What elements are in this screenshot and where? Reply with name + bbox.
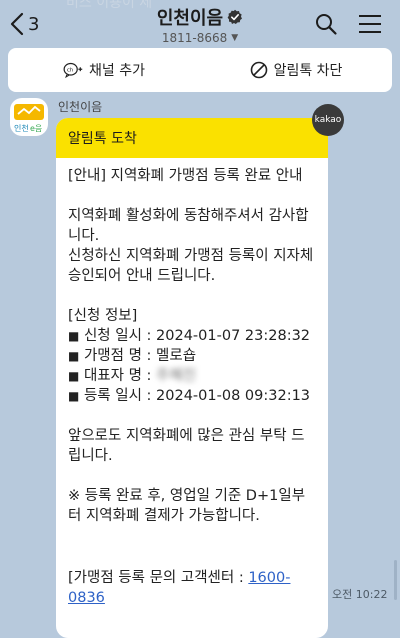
menu-icon[interactable] — [358, 13, 382, 35]
info-label: 등록 일시 : — [83, 388, 157, 404]
message-body: [안내] 지역화폐 가맹점 등록 완료 안내 지역화폐 활성화에 동참해주셔서 … — [56, 158, 328, 608]
info-value: 2024-01-08 09:32:13 — [156, 388, 311, 404]
block-icon — [250, 61, 267, 79]
info-label: 대표자 명 : — [83, 368, 157, 384]
sender-name: 인천이음 — [58, 100, 103, 114]
caret-down-icon: ▼ — [231, 33, 239, 43]
alimtalk-header: 알림톡 도착 — [56, 118, 328, 158]
note-text: ※ 등록 완료 후, 영업일 기준 D+1일부터 지역화폐 결제가 가능합니다. — [68, 488, 306, 524]
info-value-blurred: 주혜진 — [156, 368, 197, 384]
channel-avatar[interactable]: 인천 e음 — [10, 98, 48, 136]
thanks-text: 지역화폐 활성화에 동참해주셔서 감사합니다. — [68, 208, 309, 244]
info-row-register-date: ■ 등록 일시 : 2024-01-08 09:32:13 — [68, 386, 316, 406]
contact-line: [가맹점 등록 문의 고객센터 : 1600-0836 — [68, 568, 316, 608]
info-value: 2024-01-07 23:28:32 — [156, 328, 311, 344]
info-row-store-name: ■ 가맹점 명 : 멜로숍 — [68, 346, 316, 366]
square-bullet-icon: ■ — [68, 349, 80, 363]
avatar-text-line1: 인천 — [14, 123, 29, 133]
search-icon[interactable] — [314, 12, 338, 36]
square-bullet-icon: ■ — [68, 389, 80, 403]
incheon-logo-icon: 인천 e음 — [14, 104, 44, 133]
info-value: 멜로숍 — [156, 348, 197, 364]
approved-text: 신청하신 지역화폐 가맹점 등록이 지자체 승인되어 안내 드립니다. — [68, 248, 314, 284]
chat-title-area[interactable]: 인천이음 1811-8668 ▼ — [0, 4, 400, 45]
alimtalk-message-bubble: 알림톡 도착 [안내] 지역화폐 가맹점 등록 완료 안내 지역화폐 활성화에 … — [56, 118, 328, 638]
contact-prefix: [가맹점 등록 문의 고객센터 : — [68, 570, 249, 586]
add-channel-button[interactable]: ch 채널 추가 — [8, 48, 200, 92]
top-bar: 비스 이용이 제 3 인천이음 1811-8668 ▼ — [0, 0, 400, 46]
scrollbar[interactable] — [394, 560, 397, 600]
kakao-badge: kakao — [312, 104, 344, 136]
info-row-owner-name: ■ 대표자 명 : 주혜진 — [68, 366, 316, 386]
square-bullet-icon: ■ — [68, 369, 80, 383]
chat-title: 인천이음 — [156, 8, 224, 29]
info-row-apply-date: ■ 신청 일시 : 2024-01-07 23:28:32 — [68, 326, 316, 346]
block-alimtalk-button[interactable]: 알림톡 차단 — [200, 48, 392, 92]
channel-plus-icon: ch — [63, 62, 83, 79]
svg-text:ch: ch — [67, 68, 73, 74]
channel-action-bar: ch 채널 추가 알림톡 차단 — [8, 48, 392, 92]
message-title: [안내] 지역화폐 가맹점 등록 완료 안내 — [68, 168, 303, 184]
block-alimtalk-label: 알림톡 차단 — [273, 63, 343, 79]
info-label: 가맹점 명 : — [83, 348, 157, 364]
verified-badge-icon — [227, 9, 243, 24]
request-text: 앞으로도 지역화폐에 많은 관심 부탁 드립니다. — [68, 428, 305, 464]
avatar-text-line2: e음 — [30, 124, 42, 133]
phone-number: 1811-8668 — [161, 31, 228, 45]
square-bullet-icon: ■ — [68, 329, 80, 343]
add-channel-label: 채널 추가 — [89, 63, 145, 79]
info-label: 신청 일시 : — [83, 328, 157, 344]
info-header: [신청 정보] — [68, 308, 138, 324]
